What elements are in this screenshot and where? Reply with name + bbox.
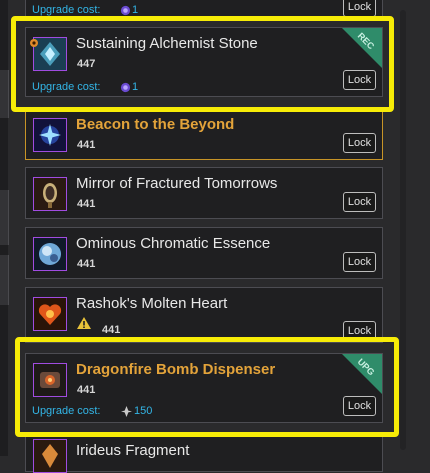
item-name: Dragonfire Bomb Dispenser	[76, 361, 276, 378]
spark-icon	[121, 406, 132, 417]
lock-button[interactable]: Lock	[343, 192, 376, 212]
warning-icon	[77, 317, 91, 329]
crest-icon	[120, 82, 131, 93]
list-item[interactable]: Rashok's Molten Heart 441 Lock	[25, 287, 383, 343]
gear-badge-icon	[30, 39, 38, 47]
crest-icon	[120, 5, 131, 16]
item-name: Mirror of Fractured Tomorrows	[76, 175, 278, 192]
list-item[interactable]: Mirror of Fractured Tomorrows 441 Lock	[25, 167, 383, 219]
list-item[interactable]: Dragonfire Bomb Dispenser 441 Upgrade co…	[25, 353, 383, 423]
item-level: 447	[77, 58, 96, 70]
lock-button[interactable]: Lock	[343, 133, 376, 153]
list-item[interactable]: Beacon to the Beyond 441 Lock	[25, 108, 383, 160]
recommended-ribbon: REC	[342, 28, 382, 68]
lock-button[interactable]: Lock	[343, 396, 376, 416]
scrollbar[interactable]	[400, 10, 406, 450]
item-level: 441	[102, 324, 121, 336]
lock-button[interactable]: Lock	[343, 252, 376, 272]
list-item[interactable]: Ominous Chromatic Essence 441 Lock	[25, 227, 383, 279]
list-item[interactable]: Sustaining Alchemist Stone 447 Upgrade c…	[25, 27, 383, 97]
item-name: Sustaining Alchemist Stone	[76, 35, 258, 52]
list-item[interactable]: Upgrade cost: 1 Lock	[25, 0, 383, 20]
beacon-icon	[33, 118, 67, 152]
lock-button[interactable]: Lock	[343, 0, 376, 17]
chromatic-essence-icon	[33, 237, 67, 271]
item-level: 441	[77, 384, 96, 396]
item-name: Beacon to the Beyond	[76, 116, 235, 133]
right-rail	[392, 0, 430, 456]
mirror-icon	[33, 177, 67, 211]
upgrade-cost-value: 1	[132, 4, 139, 16]
item-name: Ominous Chromatic Essence	[76, 235, 271, 252]
lock-button[interactable]: Lock	[343, 70, 376, 90]
left-tab[interactable]	[0, 190, 9, 245]
upgrade-cost-value: 1	[132, 81, 139, 93]
left-tab[interactable]	[0, 70, 9, 118]
upgrade-cost-label: Upgrade cost:	[32, 81, 101, 93]
item-name: Irideus Fragment	[76, 442, 190, 459]
upgrade-cost-value: 150	[134, 405, 153, 417]
item-name: Rashok's Molten Heart	[76, 295, 228, 312]
lock-button[interactable]: Lock	[343, 321, 376, 341]
molten-heart-icon	[33, 297, 67, 331]
left-tab[interactable]	[0, 255, 9, 305]
item-level: 441	[77, 258, 96, 270]
bomb-dispenser-icon	[33, 363, 67, 397]
upgrade-ribbon: UPG	[342, 354, 382, 394]
item-level: 441	[77, 139, 96, 151]
upgrade-cost-label: Upgrade cost:	[32, 4, 101, 16]
upgrade-cost-label: Upgrade cost:	[32, 405, 101, 417]
item-level: 441	[77, 198, 96, 210]
list-item[interactable]: Irideus Fragment	[25, 432, 383, 473]
irideus-fragment-icon	[33, 439, 67, 473]
